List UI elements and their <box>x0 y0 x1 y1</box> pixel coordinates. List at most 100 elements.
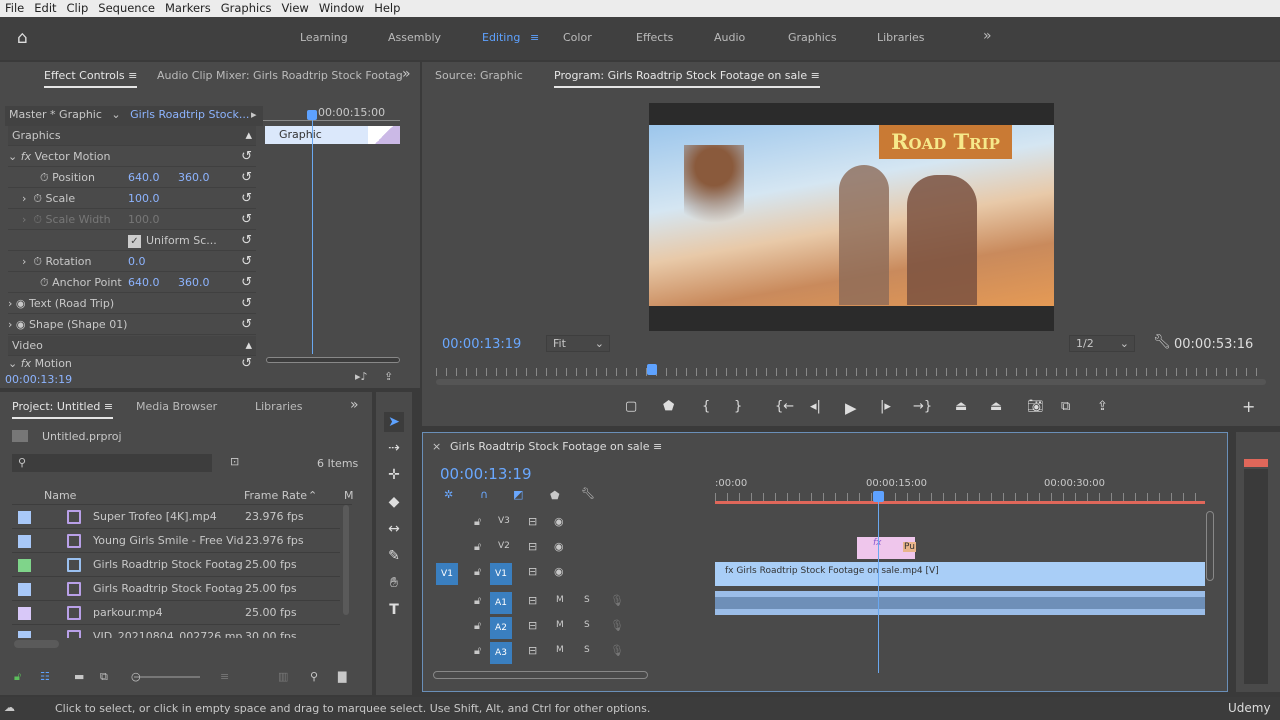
workspace-learning[interactable]: Learning <box>300 31 348 44</box>
section-video[interactable]: Video ▴ <box>8 336 256 356</box>
layer-shape[interactable]: › ◉ Shape (Shape 01) ↺ <box>8 315 256 335</box>
lift-icon[interactable]: ⏏ <box>955 399 967 414</box>
eye-icon[interactable]: ◉ <box>16 297 26 310</box>
nest-icon[interactable]: ✲ <box>444 488 453 501</box>
creative-cloud-icon[interactable]: ☁ <box>4 701 15 714</box>
list-item[interactable]: Young Girls Smile - Free Vid 23.976 fps <box>12 529 340 553</box>
stopwatch-icon[interactable]: ⏱ <box>33 192 42 205</box>
reset-icon[interactable]: ↺ <box>241 168 252 188</box>
label-color[interactable] <box>18 559 31 572</box>
lock-icon[interactable]: 🔓︎ <box>474 644 481 658</box>
tab-libraries[interactable]: Libraries <box>255 400 303 413</box>
eye-icon[interactable]: ◉ <box>554 515 564 528</box>
tab-media-browser[interactable]: Media Browser <box>136 400 217 413</box>
snap-icon[interactable]: ∩ <box>480 488 488 501</box>
label-color[interactable] <box>18 607 31 620</box>
playhead-handle[interactable] <box>873 491 884 502</box>
menu-clip[interactable]: Clip <box>62 0 94 17</box>
uniform-scale-checkbox[interactable]: ✓ <box>128 235 141 248</box>
step-forward-icon[interactable]: |▸ <box>880 399 891 414</box>
reset-icon[interactable]: ↺ <box>241 147 252 167</box>
hand-tool-icon[interactable]: ✋︎ <box>384 573 404 593</box>
tab-sequence[interactable]: Girls Roadtrip Stock Footage on sale ≡ <box>450 440 662 453</box>
sequence-clip-label[interactable]: Girls Roadtrip Stock... <box>124 108 249 121</box>
list-view-icon[interactable]: ☷ <box>40 670 50 683</box>
eye-icon[interactable]: ◉ <box>554 565 564 578</box>
timeline-timecode[interactable]: 00:00:13:19 <box>440 465 532 483</box>
graphic-clip-bar[interactable]: Graphic <box>265 126 400 144</box>
menu-view[interactable]: View <box>277 0 314 17</box>
menu-help[interactable]: Help <box>369 0 405 17</box>
go-to-in-icon[interactable]: {← <box>775 399 794 414</box>
find-bin-icon[interactable]: ⊡ <box>230 455 239 468</box>
export-frame-icon[interactable]: 📷︎ <box>1027 399 1044 414</box>
column-name[interactable]: Name <box>44 487 76 505</box>
list-item[interactable]: Girls Roadtrip Stock Footag 25.00 fps <box>12 577 340 601</box>
tab-audio-clip-mixer[interactable]: Audio Clip Mixer: Girls Roadtrip Stock F… <box>157 69 403 82</box>
mark-in-icon[interactable]: { <box>702 399 710 414</box>
menu-markers[interactable]: Markers <box>160 0 216 17</box>
reset-icon[interactable]: ↺ <box>241 315 252 335</box>
lock-icon[interactable]: 🔓︎ <box>474 619 481 633</box>
mute-button[interactable]: M <box>556 620 564 630</box>
playhead[interactable] <box>312 112 313 354</box>
menu-graphics[interactable]: Graphics <box>216 0 277 17</box>
safe-margins-icon[interactable]: ▢ <box>625 399 637 414</box>
program-timecode[interactable]: 00:00:13:19 <box>442 337 521 352</box>
add-button-icon[interactable]: + <box>1242 397 1255 416</box>
search-input[interactable]: ⚲ <box>12 454 212 472</box>
expand-icon[interactable]: › <box>8 213 26 226</box>
freeform-view-icon[interactable]: ⧉ <box>100 670 108 684</box>
lock-icon[interactable]: 🔓︎ <box>14 670 21 684</box>
menu-file[interactable]: File <box>0 0 29 17</box>
effect-motion[interactable]: ⌄ fx Motion ↺ <box>8 356 256 371</box>
close-icon[interactable]: × <box>432 440 441 453</box>
mic-icon[interactable]: 🎙︎ <box>610 644 624 657</box>
source-patch-v1[interactable]: V1 <box>436 563 458 585</box>
tab-effect-controls[interactable]: Effect Controls ≡ <box>44 69 138 88</box>
lock-icon[interactable]: 🔓︎ <box>474 540 481 554</box>
play-icon[interactable]: ▶ <box>845 399 857 417</box>
comparison-view-icon[interactable]: ⧉ <box>1061 399 1070 414</box>
workspace-audio[interactable]: Audio <box>714 31 745 44</box>
razor-tool-icon[interactable]: ◆ <box>384 492 404 512</box>
go-to-out-icon[interactable]: →} <box>913 399 932 414</box>
collapse-icon[interactable]: ▴ <box>245 336 252 356</box>
workspace-graphics[interactable]: Graphics <box>788 31 837 44</box>
vertical-scrollbar[interactable] <box>1206 511 1214 581</box>
stopwatch-icon[interactable]: ⏱ <box>33 255 42 268</box>
label-color[interactable] <box>18 583 31 596</box>
column-m[interactable]: M <box>344 487 354 505</box>
track-target-a2[interactable]: A2 <box>490 617 512 639</box>
mute-button[interactable]: M <box>556 595 564 605</box>
linked-selection-icon[interactable]: ◩ <box>513 488 523 501</box>
position-x-value[interactable]: 640.0 <box>128 168 160 188</box>
slip-tool-icon[interactable]: ↔ <box>384 519 404 539</box>
sync-lock-icon[interactable]: ⊟ <box>528 515 537 528</box>
tab-project[interactable]: Project: Untitled ≡ <box>12 400 114 419</box>
lock-icon[interactable]: 🔓︎ <box>474 565 481 579</box>
label-color[interactable] <box>18 631 31 638</box>
time-ruler[interactable] <box>436 368 1266 376</box>
automate-icon[interactable]: ▥ <box>278 670 288 683</box>
collapse-icon[interactable]: ▴ <box>245 126 252 146</box>
track-area[interactable]: fx Pu fx Girls Roadtrip Stock Footage on… <box>715 511 1205 671</box>
menu-window[interactable]: Window <box>314 0 369 17</box>
resolution-dropdown[interactable]: 1/2 ⌄ <box>1069 335 1135 352</box>
sync-lock-icon[interactable]: ⊟ <box>528 594 537 607</box>
lock-icon[interactable]: 🔓︎ <box>474 515 481 529</box>
horizontal-scrollbar[interactable] <box>14 640 59 648</box>
label-color[interactable] <box>18 511 31 524</box>
rotation-value[interactable]: 0.0 <box>128 252 146 272</box>
more-panels-icon[interactable]: » <box>402 66 411 82</box>
type-tool-icon[interactable]: T <box>384 600 404 620</box>
list-item[interactable]: VID_20210804_002726.mp 30.00 fps <box>12 625 340 638</box>
clip-v2-graphic[interactable]: fx Pu <box>857 537 916 559</box>
add-marker-icon[interactable]: ⬟ <box>663 399 674 414</box>
reset-icon[interactable]: ↺ <box>241 252 252 272</box>
label-color[interactable] <box>18 535 31 548</box>
chevron-down-icon[interactable]: ⌄ <box>105 108 120 121</box>
scale-value[interactable]: 100.0 <box>128 189 160 209</box>
workspace-color[interactable]: Color <box>563 31 592 44</box>
wrench-icon[interactable]: 🔧︎ <box>581 487 595 500</box>
